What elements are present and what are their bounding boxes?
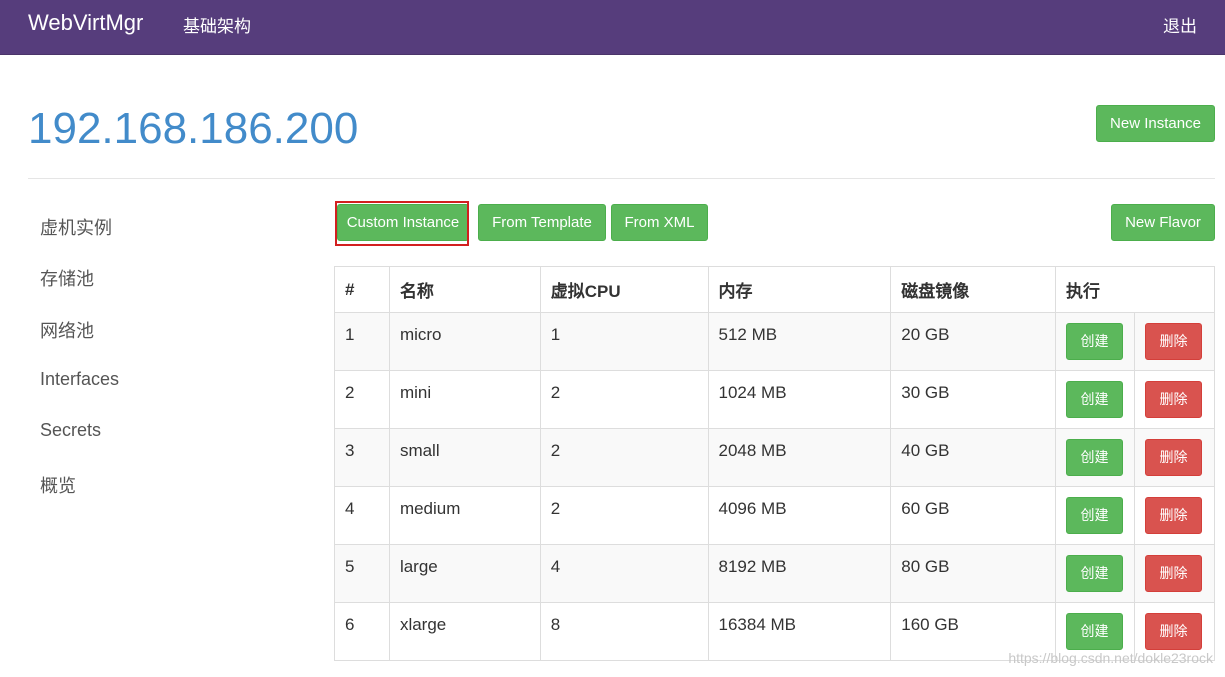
cell-name: medium	[388, 486, 541, 545]
watermark: https://blog.csdn.net/dokle23rock	[1008, 650, 1213, 666]
cell-vcpu: 4	[539, 544, 709, 603]
sidebar-item-overview[interactable]: 概览	[40, 472, 76, 498]
cell-create: 创建	[1054, 486, 1135, 545]
column-header-vcpu: 虚拟CPU	[539, 266, 709, 313]
column-header-memory: 内存	[707, 266, 892, 313]
column-header-index: #	[334, 266, 390, 313]
cell-index: 4	[334, 486, 390, 545]
table-row: 1 micro 1 512 MB 20 GB 创建 删除	[334, 312, 1216, 371]
top-navbar: WebVirtMgr 基础架构 退出	[0, 0, 1225, 55]
sidebar-item-storage[interactable]: 存储池	[40, 265, 94, 291]
cell-memory: 512 MB	[707, 312, 892, 371]
cell-delete: 删除	[1133, 486, 1216, 545]
page-title: 192.168.186.200	[28, 104, 359, 153]
cell-vcpu: 8	[539, 602, 709, 661]
cell-disk: 30 GB	[890, 370, 1056, 429]
cell-memory: 2048 MB	[707, 428, 892, 487]
cell-create: 创建	[1054, 544, 1135, 603]
create-button[interactable]: 创建	[1065, 497, 1123, 534]
delete-button[interactable]: 删除	[1144, 323, 1202, 360]
create-button[interactable]: 创建	[1065, 613, 1123, 650]
table-row: 3 small 2 2048 MB 40 GB 创建 删除	[334, 428, 1216, 487]
cell-disk: 60 GB	[890, 486, 1056, 545]
new-instance-button[interactable]: New Instance	[1096, 105, 1215, 142]
cell-disk: 40 GB	[890, 428, 1056, 487]
create-button[interactable]: 创建	[1065, 439, 1123, 476]
cell-memory: 1024 MB	[707, 370, 892, 429]
nav-link-infrastructure[interactable]: 基础架构	[183, 12, 251, 37]
cell-name: mini	[388, 370, 541, 429]
sidebar-item-networks[interactable]: 网络池	[40, 317, 94, 343]
column-header-actions: 执行	[1054, 266, 1216, 313]
delete-button[interactable]: 删除	[1144, 381, 1202, 418]
cell-name: large	[388, 544, 541, 603]
from-template-button[interactable]: From Template	[478, 204, 606, 241]
create-button[interactable]: 创建	[1065, 381, 1123, 418]
cell-delete: 删除	[1133, 370, 1216, 429]
cell-index: 5	[334, 544, 390, 603]
cell-index: 6	[334, 602, 390, 661]
table-row: 5 large 4 8192 MB 80 GB 创建 删除	[334, 544, 1216, 603]
cell-vcpu: 1	[539, 312, 709, 371]
cell-delete: 删除	[1133, 544, 1216, 603]
cell-name: micro	[388, 312, 541, 371]
cell-index: 2	[334, 370, 390, 429]
cell-disk: 20 GB	[890, 312, 1056, 371]
table-row: 2 mini 2 1024 MB 30 GB 创建 删除	[334, 370, 1216, 429]
cell-delete: 删除	[1133, 428, 1216, 487]
sidebar-item-interfaces[interactable]: Interfaces	[40, 369, 119, 390]
flavors-table: # 名称 虚拟CPU 内存 磁盘镜像 执行 1 micro 1 512 MB 2…	[334, 266, 1216, 661]
cell-name: small	[388, 428, 541, 487]
sidebar-item-instances[interactable]: 虚机实例	[40, 214, 112, 240]
highlight-box	[335, 201, 469, 246]
from-xml-button[interactable]: From XML	[611, 204, 708, 241]
column-header-name: 名称	[388, 266, 541, 313]
delete-button[interactable]: 删除	[1144, 613, 1202, 650]
delete-button[interactable]: 删除	[1144, 497, 1202, 534]
brand-link[interactable]: WebVirtMgr	[28, 10, 143, 36]
cell-create: 创建	[1054, 370, 1135, 429]
divider	[28, 178, 1215, 179]
cell-memory: 16384 MB	[707, 602, 892, 661]
logout-link[interactable]: 退出	[1163, 12, 1197, 37]
cell-delete: 删除	[1133, 312, 1216, 371]
table-row: 4 medium 2 4096 MB 60 GB 创建 删除	[334, 486, 1216, 545]
delete-button[interactable]: 删除	[1144, 555, 1202, 592]
column-header-disk: 磁盘镜像	[890, 266, 1056, 313]
new-flavor-button[interactable]: New Flavor	[1111, 204, 1215, 241]
cell-name: xlarge	[388, 602, 541, 661]
create-button[interactable]: 创建	[1065, 555, 1123, 592]
table-header-row: # 名称 虚拟CPU 内存 磁盘镜像 执行	[334, 266, 1216, 313]
cell-memory: 8192 MB	[707, 544, 892, 603]
cell-memory: 4096 MB	[707, 486, 892, 545]
cell-disk: 80 GB	[890, 544, 1056, 603]
cell-vcpu: 2	[539, 370, 709, 429]
sidebar-item-secrets[interactable]: Secrets	[40, 420, 101, 441]
cell-create: 创建	[1054, 312, 1135, 371]
cell-vcpu: 2	[539, 486, 709, 545]
cell-vcpu: 2	[539, 428, 709, 487]
create-button[interactable]: 创建	[1065, 323, 1123, 360]
cell-create: 创建	[1054, 428, 1135, 487]
cell-index: 1	[334, 312, 390, 371]
cell-index: 3	[334, 428, 390, 487]
delete-button[interactable]: 删除	[1144, 439, 1202, 476]
